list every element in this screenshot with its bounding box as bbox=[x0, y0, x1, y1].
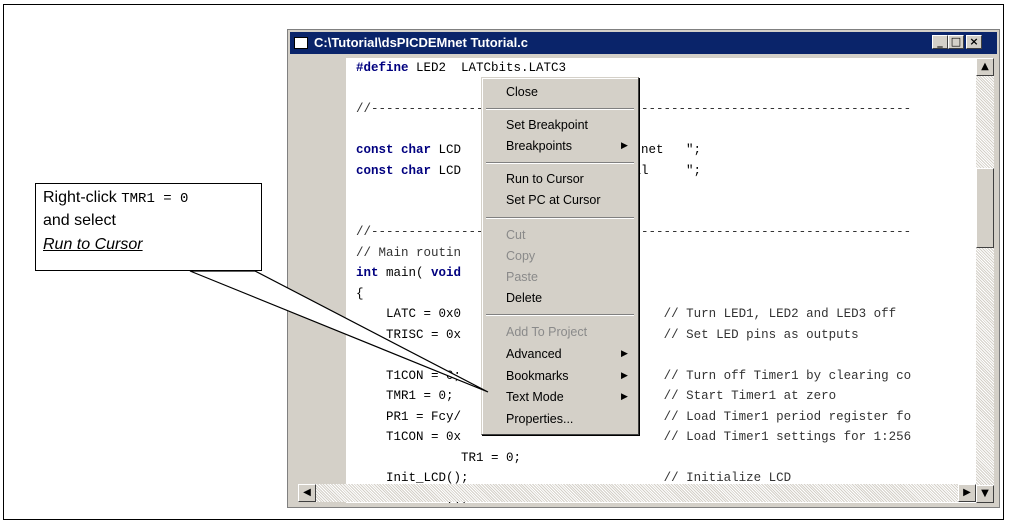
document-icon bbox=[294, 37, 308, 49]
context-menu: Close Set Breakpoint Breakpoints ▶ Run to Cu… bbox=[481, 77, 639, 435]
window-title: C:\Tutorial\dsPICDEMnet Tutorial.c bbox=[314, 35, 529, 50]
right-arrow-icon: ▶ bbox=[963, 487, 971, 498]
callout-line-1: Right-click TMR1 = 0 bbox=[43, 189, 188, 207]
code-token: #define bbox=[356, 61, 409, 75]
menu-item-set-pc-at-cursor[interactable]: Set PC at Cursor bbox=[506, 192, 600, 208]
close-button[interactable]: × bbox=[966, 35, 982, 49]
menu-item-set-breakpoint[interactable]: Set Breakpoint bbox=[506, 117, 588, 133]
code-token: TR1 = 0; bbox=[356, 450, 522, 465]
menu-separator bbox=[486, 217, 634, 219]
code-token: // Initialize LCD bbox=[663, 471, 792, 485]
code-token: { bbox=[356, 286, 364, 301]
menu-item-paste: Paste bbox=[506, 270, 538, 284]
code-token: int bbox=[356, 266, 379, 280]
code-token: // Set LED pins as outputs bbox=[663, 327, 859, 342]
menu-item-delete[interactable]: Delete bbox=[506, 290, 542, 306]
maximize-button[interactable]: □ bbox=[948, 35, 964, 49]
callout-line-2: and select bbox=[43, 212, 116, 229]
code-token: // Main routin bbox=[356, 245, 462, 260]
menu-item-close[interactable]: Close bbox=[506, 84, 538, 100]
editor-window: C:\Tutorial\dsPICDEMnet Tutorial.c _ □ ×… bbox=[287, 29, 1000, 508]
scroll-thumb[interactable] bbox=[976, 168, 994, 248]
submenu-arrow-icon: ▶ bbox=[621, 349, 628, 359]
callout-prefix: Right-click bbox=[43, 189, 122, 206]
code-token: // Turn off Timer1 by clearing co bbox=[663, 368, 912, 383]
vertical-scrollbar[interactable]: ▲ ▼ bbox=[976, 58, 994, 503]
code-token: LED2 LATCbits.LATC3 bbox=[408, 61, 567, 75]
scroll-left-button[interactable]: ◀ bbox=[298, 484, 316, 502]
callout-box: Right-click TMR1 = 0 and select Run to C… bbox=[35, 183, 262, 271]
menu-item-breakpoints[interactable]: Breakpoints bbox=[506, 138, 572, 154]
submenu-arrow-icon: ▶ bbox=[621, 141, 628, 151]
menu-item-cut: Cut bbox=[506, 228, 526, 242]
menu-item-copy: Copy bbox=[506, 249, 536, 263]
menu-item-add-to-project: Add To Project bbox=[506, 325, 588, 339]
scroll-right-button[interactable]: ▶ bbox=[958, 484, 976, 502]
submenu-arrow-icon: ▶ bbox=[621, 392, 628, 402]
down-arrow-icon: ▼ bbox=[981, 488, 989, 499]
callout-line-3: Run to Cursor bbox=[43, 236, 143, 253]
code-token: // Load Timer1 settings for 1:256 bbox=[663, 430, 912, 444]
submenu-arrow-icon: ▶ bbox=[621, 371, 628, 381]
code-token: const char bbox=[356, 143, 432, 157]
minimize-button[interactable]: _ bbox=[932, 35, 948, 49]
menu-item-advanced[interactable]: Advanced bbox=[506, 346, 562, 362]
menu-item-run-to-cursor[interactable]: Run to Cursor bbox=[506, 171, 584, 187]
left-arrow-icon: ◀ bbox=[303, 487, 311, 498]
code-token: // Turn LED1, LED2 and LED3 off bbox=[663, 307, 897, 321]
scroll-up-button[interactable]: ▲ bbox=[976, 58, 994, 76]
code-token: const char bbox=[356, 163, 432, 178]
code-token: // Load Timer1 period register fo bbox=[663, 409, 912, 424]
title-bar[interactable]: C:\Tutorial\dsPICDEMnet Tutorial.c _ □ × bbox=[290, 32, 997, 54]
code-token: // Start Timer1 at zero bbox=[663, 389, 837, 403]
callout-code: TMR1 = 0 bbox=[121, 191, 189, 207]
menu-item-properties[interactable]: Properties... bbox=[506, 411, 573, 427]
menu-separator bbox=[486, 314, 634, 316]
menu-separator bbox=[486, 162, 634, 164]
menu-item-bookmarks[interactable]: Bookmarks bbox=[506, 368, 569, 384]
scroll-down-button[interactable]: ▼ bbox=[976, 485, 994, 503]
menu-item-text-mode[interactable]: Text Mode bbox=[506, 389, 564, 405]
line-gutter[interactable] bbox=[298, 58, 347, 503]
code-token: Init_LCD(); bbox=[356, 471, 664, 485]
code-line: TR1 = 0; bbox=[356, 448, 911, 469]
code-token: void bbox=[431, 266, 462, 280]
horizontal-scrollbar[interactable]: ◀ ▶ bbox=[298, 484, 976, 502]
code-line: #define LED2 LATCbits.LATC3 bbox=[356, 58, 911, 79]
code-editor[interactable]: #define LED2 LATCbits.LATC3//-----------… bbox=[346, 58, 976, 503]
menu-separator bbox=[486, 108, 634, 110]
up-arrow-icon: ▲ bbox=[981, 61, 989, 72]
code-token: main( bbox=[378, 266, 432, 280]
